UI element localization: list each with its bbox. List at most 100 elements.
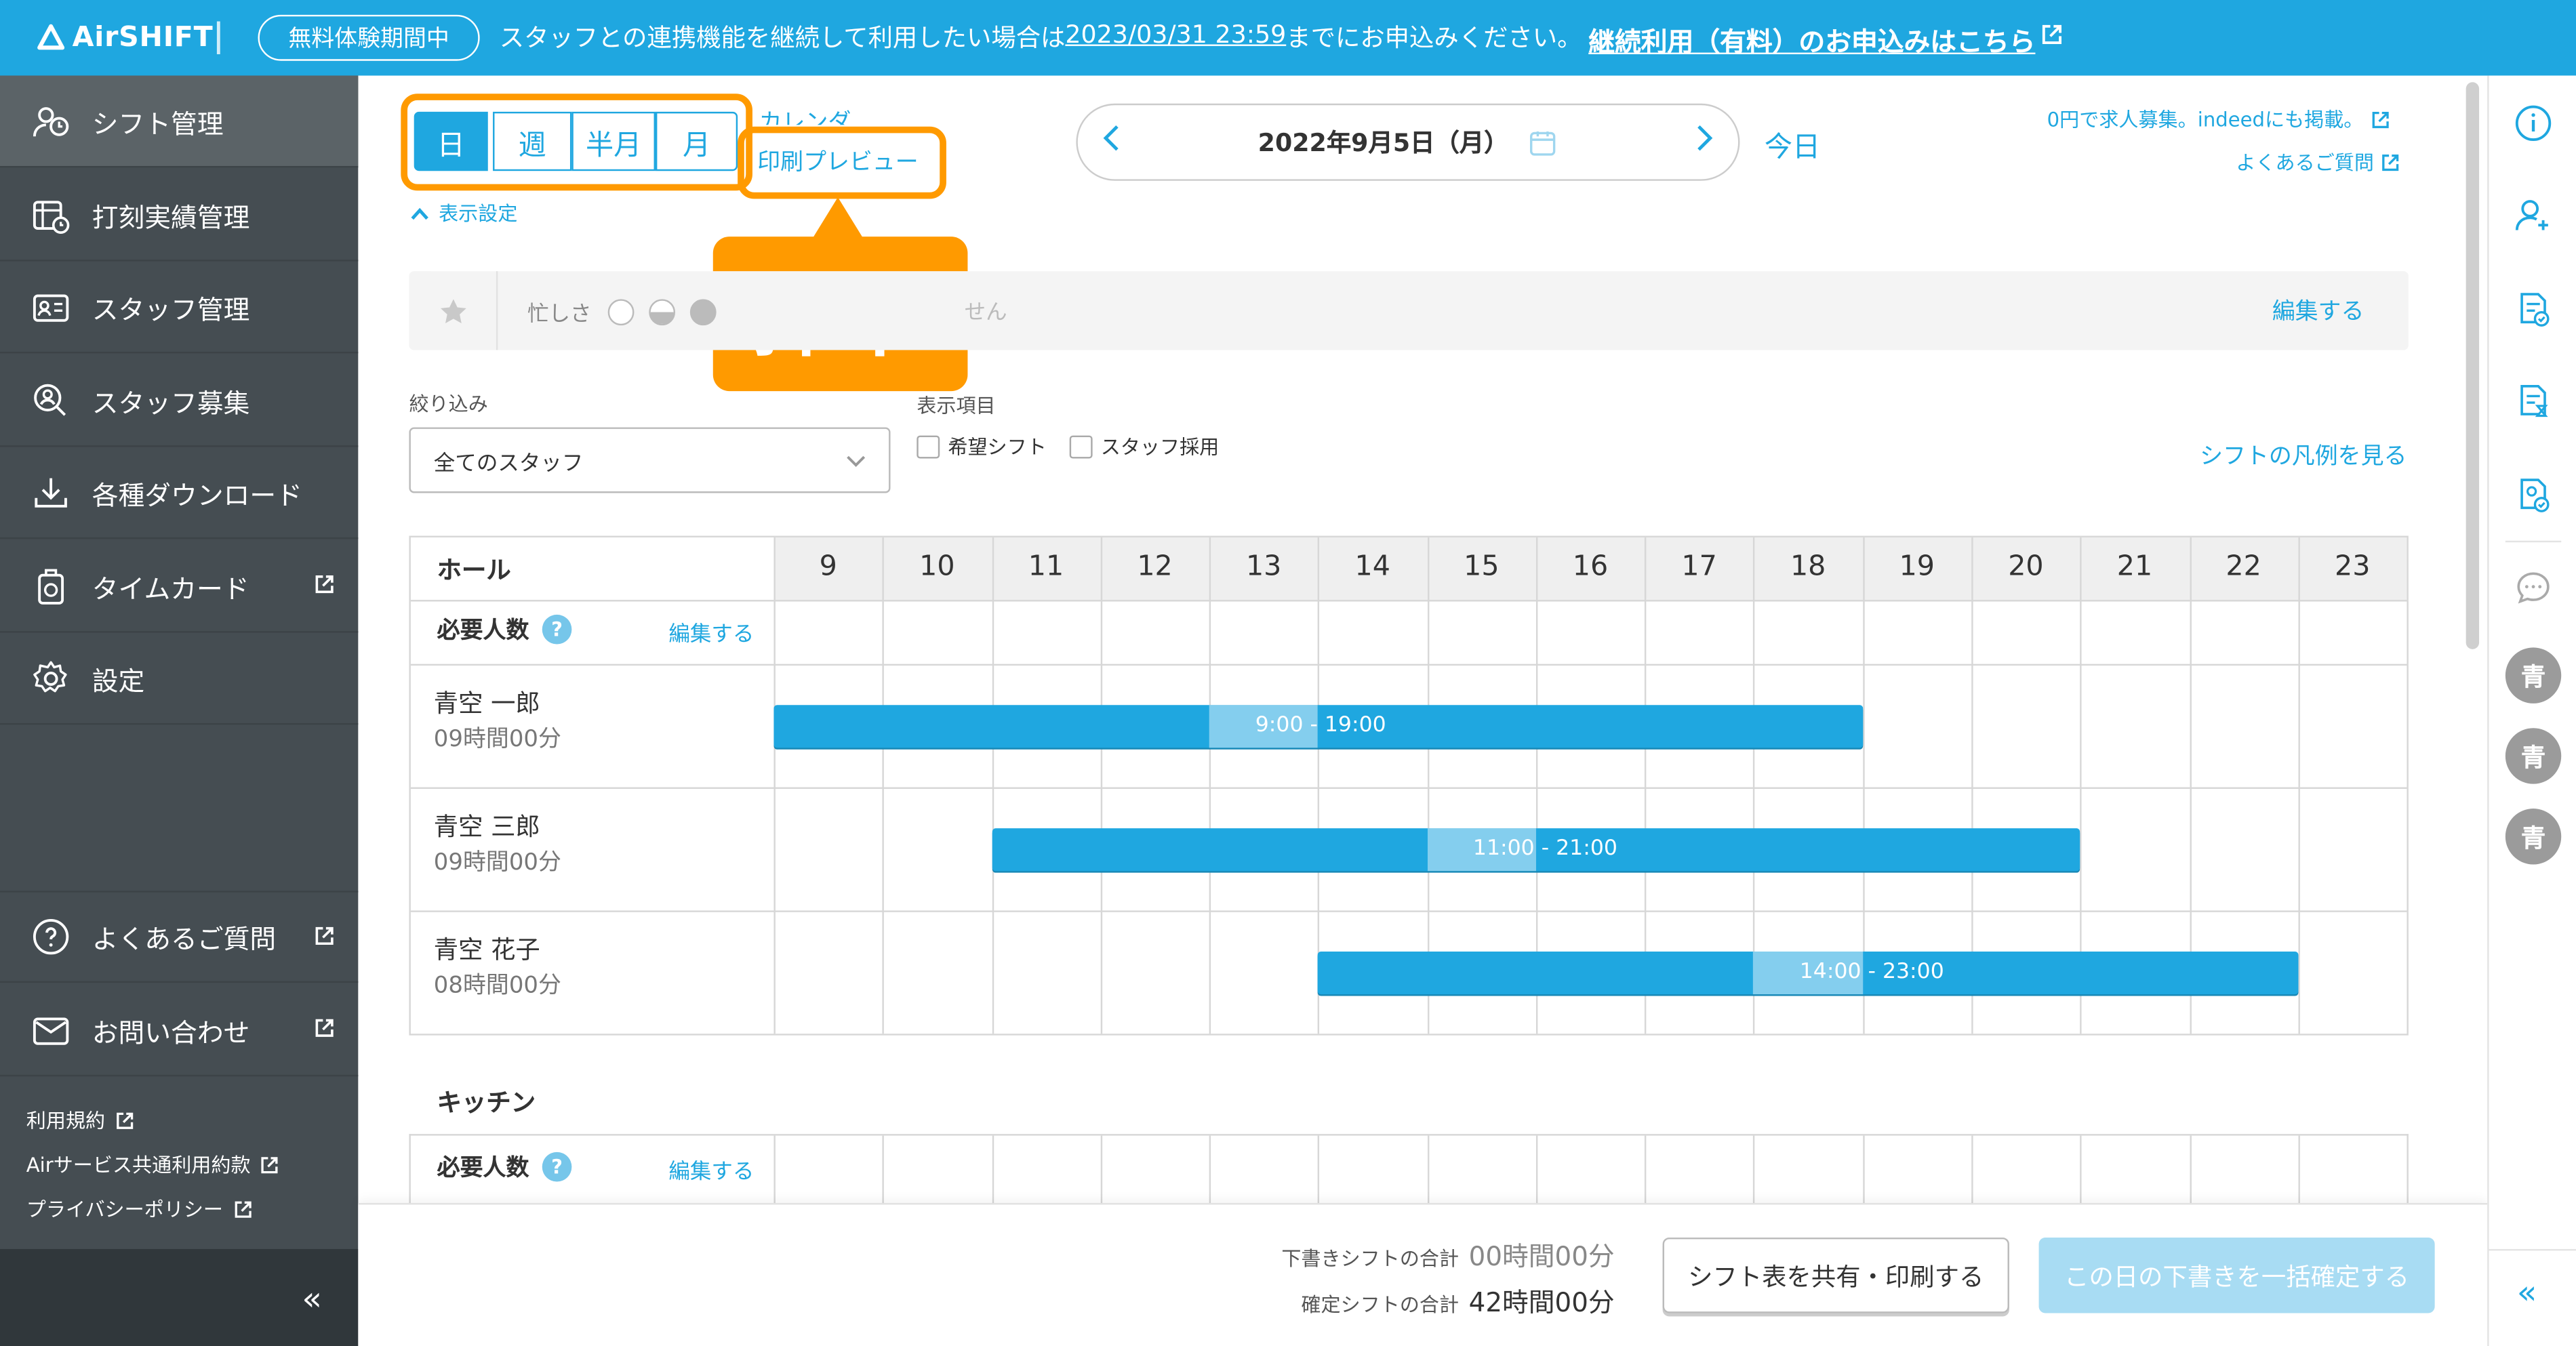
calendar-link[interactable]: カレンダ: [759, 105, 851, 125]
add-user-icon[interactable]: [2509, 190, 2558, 240]
avatar[interactable]: 青: [2505, 728, 2562, 784]
today-button[interactable]: 今日: [1765, 123, 1820, 164]
indeed-link[interactable]: 0円で求人募集。indeedにも掲載。: [2047, 105, 2390, 133]
display-settings-toggle[interactable]: 表示設定: [411, 199, 518, 226]
staff-row-name[interactable]: 青空 花子 08時間00分: [434, 932, 561, 1004]
sidebar-item-faq[interactable]: よくあるご質問: [0, 891, 359, 983]
sidebar-item-staff[interactable]: スタッフ管理: [0, 262, 359, 354]
staff-name: 青空 三郎: [433, 811, 540, 842]
checkbox-box: [917, 434, 940, 458]
rail-collapse-button[interactable]: «: [2517, 1272, 2537, 1311]
faq-link[interactable]: よくあるご質問: [2236, 148, 2400, 176]
hour-label: 22: [2226, 550, 2261, 584]
staff-filter-select[interactable]: 全てのスタッフ: [409, 427, 891, 493]
external-link-icon: [2042, 24, 2061, 44]
sidebar-item-label: 打刻実績管理: [92, 201, 250, 233]
sidebar-item-timecard[interactable]: タイムカード: [0, 541, 359, 633]
prev-day-button[interactable]: [1101, 121, 1121, 163]
current-date[interactable]: 2022年9月5日（月）: [1258, 125, 1558, 159]
shift-bar[interactable]: 14:00 - 23:00: [1318, 952, 2298, 995]
staff-check-doc-icon[interactable]: [2509, 470, 2558, 520]
hour-gridline: [773, 537, 776, 1034]
hour-label: 18: [1790, 550, 1826, 584]
busy-low-radio[interactable]: [607, 299, 635, 326]
shift-time-label: 11:00 - 21:00: [1427, 828, 1617, 872]
indeed-link-label: 0円で求人募集。indeedにも掲載。: [2047, 108, 2364, 131]
hour-gridline: [991, 537, 994, 1034]
busy-edit-link[interactable]: 編集する: [2272, 294, 2364, 327]
busy-mid-radio[interactable]: [649, 299, 676, 326]
required-edit-link[interactable]: 編集する: [668, 1154, 754, 1185]
airshift-logo[interactable]: AirSHIFT: [36, 16, 213, 59]
sidebar-collapse-button[interactable]: «: [0, 1248, 359, 1346]
shift-legend-link[interactable]: シフトの凡例を見る: [2200, 439, 2407, 471]
help-icon[interactable]: ?: [542, 614, 572, 645]
banner-message-pre: スタッフとの連携機能を継続して利用したい場合は: [499, 22, 1066, 53]
row-divider: [410, 787, 2407, 789]
staff-row-name[interactable]: 青空 一郎 09時間00分: [434, 685, 561, 758]
required-edit-link[interactable]: 編集する: [668, 616, 754, 647]
recruit-icon: [30, 379, 73, 422]
right-rail: 青 青 青 «: [2487, 75, 2576, 1346]
confirm-drafts-button[interactable]: この日の下書きを一括確定する: [2038, 1237, 2435, 1313]
sidebar-item-shift[interactable]: シフト管理: [0, 75, 359, 168]
rail-divider: [2505, 540, 2562, 543]
wish-shift-checkbox[interactable]: 希望シフト: [917, 432, 1047, 460]
busy-high-radio[interactable]: [689, 299, 717, 326]
avatar[interactable]: 青: [2505, 809, 2562, 865]
shift-bar[interactable]: 9:00 - 19:00: [773, 705, 1863, 748]
staff-hire-checkbox[interactable]: スタッフ採用: [1069, 432, 1220, 460]
sidebar-item-clock-record[interactable]: 打刻実績管理: [0, 169, 359, 262]
hour-label: 15: [1464, 550, 1500, 584]
trial-badge: 無料体験期間中: [258, 14, 480, 61]
checkbox-box: [1069, 434, 1093, 458]
air-terms-link[interactable]: Airサービス共通利用約款: [26, 1150, 280, 1178]
privacy-link[interactable]: プライバシーポリシー: [26, 1195, 253, 1223]
sidebar-item-recruit[interactable]: スタッフ募集: [0, 355, 359, 447]
required-staff-row: 必要人数 ?: [437, 613, 572, 645]
section-title-kitchen: キッチン: [437, 1088, 536, 1118]
external-link-icon: [2371, 110, 2388, 127]
draft-total: 下書きシフトの合計 00時間00分: [1281, 1234, 1614, 1273]
timecard-icon: [30, 565, 73, 607]
shift-time-label: 9:00 - 19:00: [1209, 705, 1386, 748]
scrollbar[interactable]: [2466, 82, 2480, 649]
banner-deadline: 2023/03/31 23:59: [1065, 20, 1287, 49]
external-link-icon: [262, 1156, 279, 1173]
sidebar-item-label: タイムカード: [92, 573, 249, 605]
busyness-bar: 忙しさ せん 編集する: [409, 271, 2409, 350]
staff-name: 青空 一郎: [433, 689, 540, 718]
hour-label: 11: [1028, 550, 1064, 584]
staff-row-name[interactable]: 青空 三郎 09時間00分: [434, 809, 561, 881]
terms-link[interactable]: 利用規約: [26, 1106, 135, 1134]
next-day-button[interactable]: [1695, 121, 1715, 163]
hour-label: 20: [2008, 550, 2044, 584]
faq-link-label: よくあるご質問: [2236, 151, 2374, 175]
logo-text: AirSHIFT: [72, 21, 214, 55]
shift-bar[interactable]: 11:00 - 21:00: [991, 828, 2080, 872]
shift-hourglass-doc-icon[interactable]: [2509, 376, 2558, 426]
sidebar-item-label: よくあるご質問: [92, 923, 277, 955]
continue-subscription-link[interactable]: 継続利用（有料）のお申込みはこちら: [1588, 20, 2035, 59]
info-icon[interactable]: [2509, 98, 2558, 148]
sidebar-item-contact[interactable]: お問い合わせ: [0, 985, 359, 1077]
gear-icon: [30, 657, 73, 699]
chat-icon[interactable]: [2509, 564, 2558, 613]
display-settings-label: 表示設定: [439, 202, 518, 226]
confirmed-total-label: 確定シフトの合計: [1301, 1293, 1460, 1317]
shift-check-doc-icon[interactable]: [2509, 285, 2558, 334]
avatar[interactable]: 青: [2505, 647, 2562, 703]
sidebar-item-download[interactable]: 各種ダウンロード: [0, 447, 359, 539]
external-link-icon: [235, 1200, 251, 1217]
sidebar-item-settings[interactable]: 設定: [0, 633, 359, 725]
help-circle-icon: [30, 916, 73, 958]
chevron-up-icon: [411, 207, 428, 219]
external-link-icon: [315, 1019, 334, 1037]
staff-hire-label: スタッフ採用: [1100, 435, 1220, 459]
wish-shift-label: 希望シフト: [948, 435, 1047, 459]
chevron-right-icon: [1697, 125, 1713, 151]
share-print-button[interactable]: シフト表を共有・印刷する: [1662, 1237, 2009, 1313]
help-icon[interactable]: ?: [542, 1151, 572, 1182]
row-divider: [410, 910, 2407, 912]
star-icon[interactable]: [439, 298, 468, 325]
